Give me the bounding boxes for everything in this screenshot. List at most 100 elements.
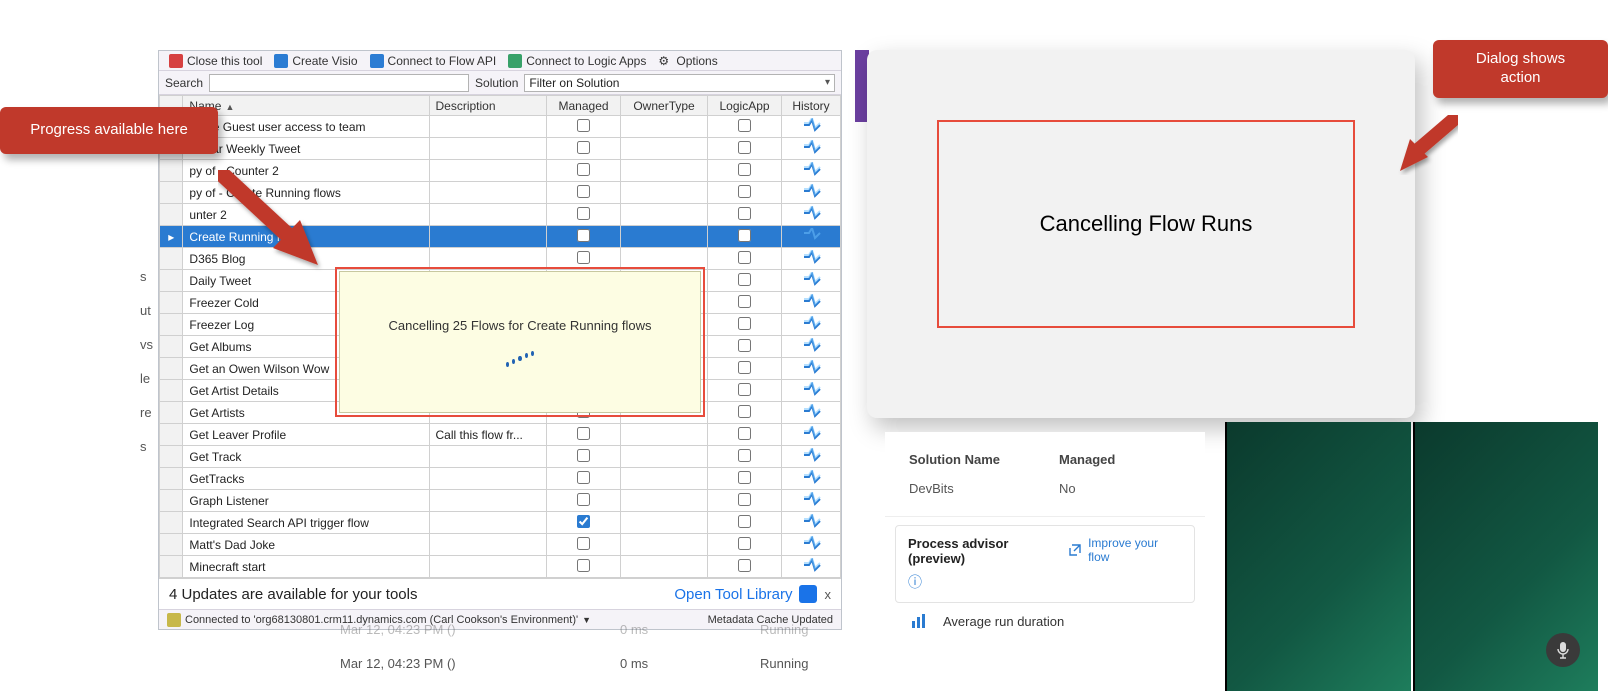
- cell-history[interactable]: [781, 424, 840, 446]
- cell-history[interactable]: [781, 204, 840, 226]
- cancel-dialog: Cancelling Flow Runs: [867, 50, 1415, 418]
- table-row[interactable]: Integrated Search API trigger flow: [160, 512, 841, 534]
- cell-logicapp[interactable]: [708, 138, 782, 160]
- run-history-row: Mar 12, 04:23 PM () 0 ms Running: [340, 646, 880, 680]
- cell-managed[interactable]: [547, 204, 621, 226]
- cell-managed[interactable]: [547, 116, 621, 138]
- history-icon: [803, 250, 819, 264]
- cell-managed[interactable]: [547, 248, 621, 270]
- cell-logicapp[interactable]: [708, 512, 782, 534]
- table-row[interactable]: py of - Counter 2: [160, 160, 841, 182]
- cell-logicapp[interactable]: [708, 380, 782, 402]
- cell-logicapp[interactable]: [708, 336, 782, 358]
- history-icon: [803, 294, 819, 308]
- cell-logicapp[interactable]: [708, 248, 782, 270]
- cell-description: [429, 446, 547, 468]
- solution-combo[interactable]: Filter on Solution: [524, 74, 835, 92]
- cell-description: [429, 248, 547, 270]
- table-row[interactable]: prove Guest user access to team: [160, 116, 841, 138]
- cell-logicapp[interactable]: [708, 358, 782, 380]
- table-row[interactable]: Get Track: [160, 446, 841, 468]
- cell-managed[interactable]: [547, 534, 621, 556]
- cell-logicapp[interactable]: [708, 204, 782, 226]
- table-row[interactable]: Get Leaver ProfileCall this flow fr...: [160, 424, 841, 446]
- cell-history[interactable]: [781, 226, 840, 248]
- cell-logicapp[interactable]: [708, 314, 782, 336]
- cell-managed[interactable]: [547, 424, 621, 446]
- cell-history[interactable]: [781, 468, 840, 490]
- create-visio-button[interactable]: Create Visio: [270, 54, 361, 68]
- cell-history[interactable]: [781, 402, 840, 424]
- cell-description: [429, 490, 547, 512]
- table-row[interactable]: ▸Create Running flows: [160, 226, 841, 248]
- cell-managed[interactable]: [547, 182, 621, 204]
- cell-managed[interactable]: [547, 226, 621, 248]
- connect-logicapps-button[interactable]: Connect to Logic Apps: [504, 54, 650, 68]
- col-managed[interactable]: Managed: [547, 96, 621, 116]
- cell-history[interactable]: [781, 292, 840, 314]
- cell-managed[interactable]: [547, 512, 621, 534]
- cell-history[interactable]: [781, 446, 840, 468]
- library-bag-icon: [799, 585, 817, 603]
- cell-history[interactable]: [781, 270, 840, 292]
- grid[interactable]: Name▲ Description Managed OwnerType Logi…: [159, 95, 841, 578]
- improve-flow-link[interactable]: Improve your flow: [1068, 536, 1182, 564]
- cell-logicapp[interactable]: [708, 226, 782, 248]
- table-row[interactable]: unter 2: [160, 204, 841, 226]
- cell-history[interactable]: [781, 248, 840, 270]
- info-icon[interactable]: ⓘ: [908, 572, 1182, 592]
- cell-history[interactable]: [781, 182, 840, 204]
- cell-history[interactable]: [781, 490, 840, 512]
- cell-logicapp[interactable]: [708, 490, 782, 512]
- col-ownertype[interactable]: OwnerType: [620, 96, 707, 116]
- cell-logicapp[interactable]: [708, 534, 782, 556]
- cell-logicapp[interactable]: [708, 160, 782, 182]
- cell-history[interactable]: [781, 556, 840, 578]
- thumbnail[interactable]: [1225, 422, 1411, 691]
- col-description[interactable]: Description: [429, 96, 547, 116]
- cell-history[interactable]: [781, 534, 840, 556]
- close-icon: [169, 54, 183, 68]
- table-row[interactable]: GetTracks: [160, 468, 841, 490]
- cell-history[interactable]: [781, 358, 840, 380]
- cell-managed[interactable]: [547, 446, 621, 468]
- cell-logicapp[interactable]: [708, 468, 782, 490]
- updates-close-button[interactable]: x: [825, 587, 832, 602]
- col-name[interactable]: Name▲: [183, 96, 429, 116]
- table-row[interactable]: Matt's Dad Joke: [160, 534, 841, 556]
- cell-history[interactable]: [781, 336, 840, 358]
- cell-logicapp[interactable]: [708, 556, 782, 578]
- close-tool-button[interactable]: Close this tool: [165, 54, 266, 68]
- cell-history[interactable]: [781, 138, 840, 160]
- cell-managed[interactable]: [547, 556, 621, 578]
- cell-history[interactable]: [781, 314, 840, 336]
- cell-managed[interactable]: [547, 138, 621, 160]
- solutions-row[interactable]: DevBits No: [885, 471, 1205, 517]
- options-button[interactable]: ⚙ Options: [654, 54, 721, 68]
- cell-logicapp[interactable]: [708, 424, 782, 446]
- connect-flowapi-button[interactable]: Connect to Flow API: [366, 54, 501, 68]
- cell-logicapp[interactable]: [708, 292, 782, 314]
- cell-history[interactable]: [781, 116, 840, 138]
- cell-managed[interactable]: [547, 160, 621, 182]
- cell-managed[interactable]: [547, 490, 621, 512]
- table-row[interactable]: lendar Weekly Tweet: [160, 138, 841, 160]
- cell-logicapp[interactable]: [708, 402, 782, 424]
- search-input[interactable]: [209, 74, 469, 92]
- table-row[interactable]: D365 Blog: [160, 248, 841, 270]
- col-history[interactable]: History: [781, 96, 840, 116]
- cell-managed[interactable]: [547, 468, 621, 490]
- cell-history[interactable]: [781, 380, 840, 402]
- cell-logicapp[interactable]: [708, 270, 782, 292]
- mic-icon[interactable]: [1546, 633, 1580, 667]
- table-row[interactable]: py of - Create Running flows: [160, 182, 841, 204]
- cell-logicapp[interactable]: [708, 116, 782, 138]
- cell-history[interactable]: [781, 160, 840, 182]
- table-row[interactable]: Minecraft start: [160, 556, 841, 578]
- cell-history[interactable]: [781, 512, 840, 534]
- table-row[interactable]: Graph Listener: [160, 490, 841, 512]
- cell-logicapp[interactable]: [708, 446, 782, 468]
- open-tool-library-link[interactable]: Open Tool Library: [674, 585, 816, 603]
- col-logicapp[interactable]: LogicApp: [708, 96, 782, 116]
- cell-logicapp[interactable]: [708, 182, 782, 204]
